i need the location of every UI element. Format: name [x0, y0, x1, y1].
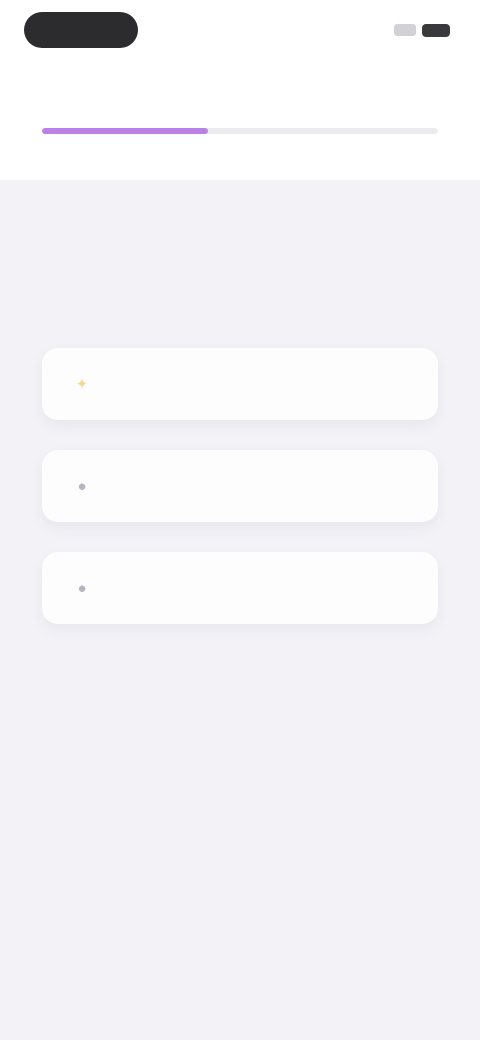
status-bar	[0, 0, 480, 62]
circle-icon: ●	[77, 477, 87, 495]
sparkle-icon: ✦	[75, 376, 89, 393]
status-icons	[394, 22, 450, 38]
header-area	[0, 0, 480, 180]
circle-icon: ●	[77, 579, 87, 597]
answer-option-2[interactable]: ●	[42, 450, 438, 522]
answer-option-3[interactable]: ●	[42, 552, 438, 624]
answer-options: ✦ ● ●	[42, 348, 438, 654]
signal-icon	[394, 24, 416, 36]
dynamic-island	[24, 12, 138, 48]
answer-option-1[interactable]: ✦	[42, 348, 438, 420]
progress-bar	[42, 128, 438, 134]
navigation-bar	[0, 82, 480, 122]
battery-icon	[422, 23, 450, 37]
progress-bar-fill	[42, 128, 209, 134]
